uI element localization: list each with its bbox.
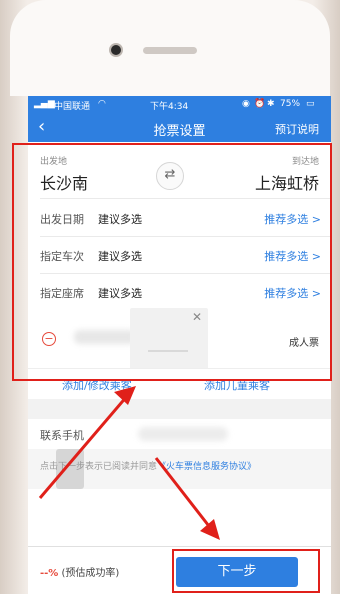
annotation-arrows [38,386,220,540]
arrow-head-upper [114,386,136,405]
phone-frame: ▂▄▆ 中国联通 ◠ 下午4:34 ◉ ⏰ ✱ 75% ▭ ‹ 抢票设置 预订说… [0,0,340,594]
arrow-line-lower [154,457,214,531]
arrow-head-lower [200,519,220,540]
arrow-line-upper [38,394,130,499]
